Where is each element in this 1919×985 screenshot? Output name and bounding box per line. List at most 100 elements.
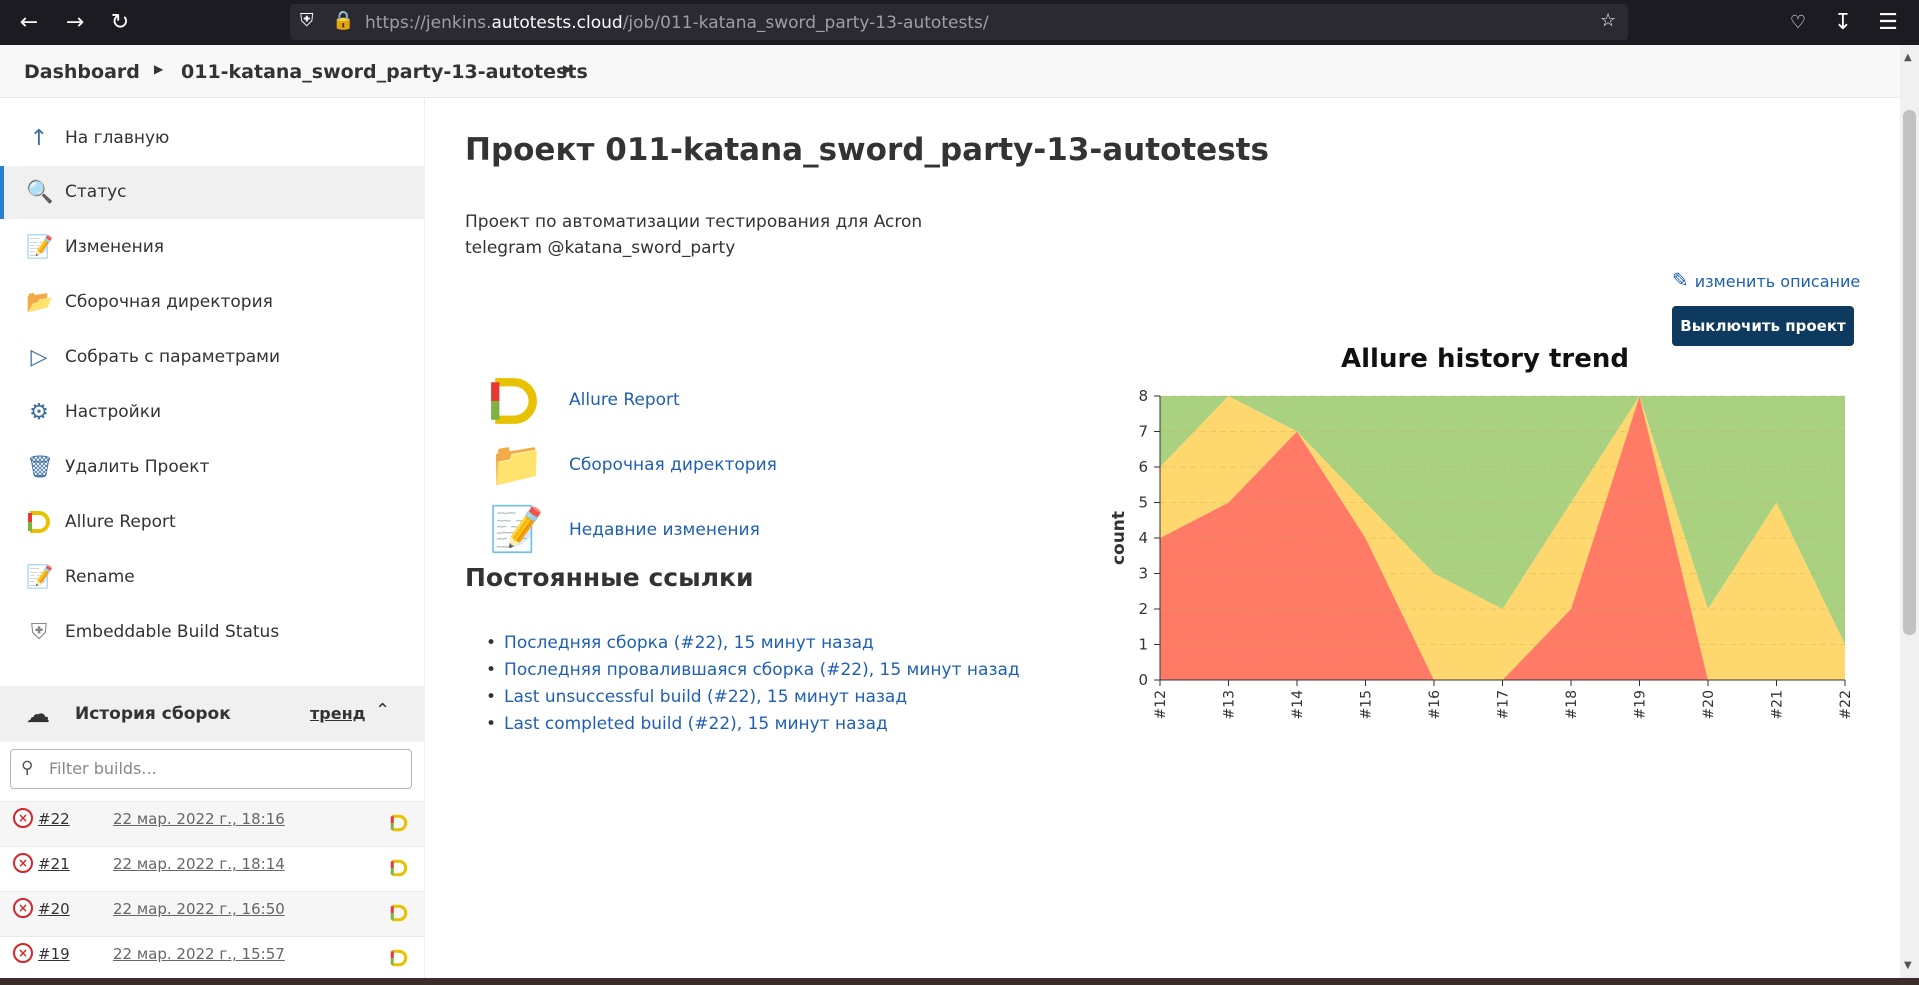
sidebar-item-embeddable-status[interactable]: ⛨ Embeddable Build Status xyxy=(0,606,424,659)
sidebar-item-label: Статус xyxy=(65,182,127,202)
allure-report-link[interactable]: Allure Report xyxy=(487,372,887,428)
filter-builds-field[interactable]: ⚲ xyxy=(10,749,412,789)
breadcrumb-dashboard[interactable]: Dashboard xyxy=(24,61,140,83)
bookmark-star-icon[interactable]: ☆ xyxy=(1600,10,1616,31)
edit-description-link[interactable]: ✎ изменить описание xyxy=(1672,268,1860,292)
sidebar-item-settings[interactable]: ⚙ Настройки xyxy=(0,386,424,439)
url-text[interactable]: https://jenkins.autotests.cloud/job/011-… xyxy=(365,13,989,33)
sidebar-item-workspace[interactable]: 📂 Сборочная директория xyxy=(0,276,424,329)
failed-status-icon: × xyxy=(13,853,33,873)
permalinks-list: Последняя сборка (#22), 15 минут назад П… xyxy=(500,630,1020,738)
sidebar-item-changes[interactable]: 📝 Изменения xyxy=(0,221,424,274)
chart-title: Allure history trend xyxy=(1341,344,1629,374)
link-label[interactable]: Недавние изменения xyxy=(569,520,760,540)
sidebar-item-label: Сборочная директория xyxy=(65,292,273,312)
build-row[interactable]: × #20 22 мар. 2022 г., 16:50 xyxy=(0,891,424,937)
browser-toolbar: ← → ↻ ⛨ 🔒 https://jenkins.autotests.clou… xyxy=(0,0,1919,45)
menu-icon[interactable]: ☰ xyxy=(1873,8,1903,38)
permalink-item[interactable]: Last unsuccessful build (#22), 15 минут … xyxy=(500,684,1020,711)
y-tick-label: 7 xyxy=(1138,423,1148,441)
sidebar-item-status[interactable]: 🔍 Статус xyxy=(0,166,424,219)
y-tick-label: 6 xyxy=(1138,458,1148,476)
allure-icon[interactable] xyxy=(390,859,408,881)
sidebar-item-allure-report[interactable]: Allure Report xyxy=(0,496,424,549)
url-domain: autotests.cloud xyxy=(491,13,623,33)
sidebar-item-label: Собрать с параметрами xyxy=(65,347,281,367)
edit-description-label: изменить описание xyxy=(1694,272,1861,291)
build-number-link[interactable]: #22 xyxy=(38,810,70,828)
x-tick-label: #13 xyxy=(1222,690,1238,720)
workspace-link[interactable]: 📁 Сборочная директория xyxy=(487,437,887,493)
play-icon: ▷ xyxy=(30,345,48,370)
y-tick-label: 0 xyxy=(1138,671,1148,689)
recent-changes-link[interactable]: 📝 Недавние изменения xyxy=(487,502,887,558)
back-icon[interactable]: ← xyxy=(14,8,44,38)
forward-icon[interactable]: → xyxy=(60,8,90,38)
breadcrumb-chevron-icon[interactable]: ▶ xyxy=(154,62,163,76)
shield-icon[interactable]: ⛨ xyxy=(300,10,314,31)
sidebar-item-home[interactable]: ↑ На главную xyxy=(0,112,424,165)
link-label[interactable]: Сборочная директория xyxy=(569,455,777,475)
y-tick-label: 3 xyxy=(1138,565,1148,583)
build-number-link[interactable]: #21 xyxy=(38,855,70,873)
x-tick-label: #18 xyxy=(1564,690,1580,720)
x-tick-label: #15 xyxy=(1359,690,1375,720)
breadcrumb-chevron-icon[interactable]: ▶ xyxy=(563,62,572,76)
sidebar-item-label: На главную xyxy=(65,128,170,148)
allure-icon xyxy=(26,510,52,536)
pencil-icon: ✎ xyxy=(1672,268,1689,292)
build-date-link[interactable]: 22 мар. 2022 г., 15:57 xyxy=(113,945,285,963)
scrollbar-thumb[interactable] xyxy=(1903,110,1916,635)
build-date-link[interactable]: 22 мар. 2022 г., 16:50 xyxy=(113,900,285,918)
sidebar-item-label: Удалить Проект xyxy=(65,457,210,477)
permalink-item[interactable]: Last completed build (#22), 15 минут наз… xyxy=(500,711,1020,738)
download-icon[interactable]: ↧ xyxy=(1828,8,1858,38)
permalink-item[interactable]: Последняя провалившаяся сборка (#22), 15… xyxy=(500,657,1020,684)
allure-icon[interactable] xyxy=(390,949,408,971)
folder-icon: 📁 xyxy=(489,439,544,490)
allure-icon[interactable] xyxy=(390,904,408,926)
url-path: /job/011-katana_sword_party-13-autotests… xyxy=(622,13,989,33)
allure-icon[interactable] xyxy=(390,814,408,836)
reload-icon[interactable]: ↻ xyxy=(105,8,135,38)
build-row[interactable]: × #22 22 мар. 2022 г., 18:16 xyxy=(0,801,424,847)
sidebar-item-build-with-params[interactable]: ▷ Собрать с параметрами xyxy=(0,331,424,384)
sidebar-item-label: Allure Report xyxy=(65,512,176,532)
build-number-link[interactable]: #19 xyxy=(38,945,70,963)
breadcrumb-job[interactable]: 011-katana_sword_party-13-autotests xyxy=(181,61,588,83)
sidebar-item-label: Rename xyxy=(65,567,135,587)
build-row[interactable]: × #21 22 мар. 2022 г., 18:14 xyxy=(0,846,424,892)
failed-status-icon: × xyxy=(13,898,33,918)
lock-icon[interactable]: 🔒 xyxy=(332,10,354,31)
allure-trend-chart[interactable]: 0 1 2 3 4 5 6 7 8 #12 #13 #14 #15 #16 #17 #18 #19 #20 #21 #… xyxy=(1100,380,1870,740)
notepad-icon: 📝 xyxy=(489,504,544,555)
notepad-icon: 📝 xyxy=(26,565,54,590)
url-prefix: https://jenkins. xyxy=(365,13,492,33)
pocket-icon[interactable]: ♡ xyxy=(1783,8,1813,38)
weather-cloud-icon: ☁ xyxy=(26,700,50,728)
build-row[interactable]: × #19 22 мар. 2022 г., 15:57 xyxy=(0,936,424,982)
address-bar[interactable]: ⛨ 🔒 https://jenkins.autotests.cloud/job/… xyxy=(290,4,1628,40)
sidebar-item-rename[interactable]: 📝 Rename xyxy=(0,551,424,604)
scroll-up-icon[interactable]: ▲ xyxy=(1904,52,1912,63)
build-date-link[interactable]: 22 мар. 2022 г., 18:16 xyxy=(113,810,285,828)
chevron-up-icon[interactable]: ⌃ xyxy=(375,700,390,721)
scroll-down-icon[interactable]: ▼ xyxy=(1904,960,1912,971)
link-label[interactable]: Allure Report xyxy=(569,390,680,410)
trend-link[interactable]: тренд xyxy=(310,704,366,723)
permalink-item[interactable]: Последняя сборка (#22), 15 минут назад xyxy=(500,630,1020,657)
x-tick-label: #12 xyxy=(1153,690,1169,720)
filter-builds-input[interactable] xyxy=(47,758,401,779)
notepad-icon: 📝 xyxy=(26,235,54,260)
build-history-title: История сборок xyxy=(75,704,231,724)
build-history-header: ☁ История сборок тренд ⌃ xyxy=(0,686,424,742)
taskbar-strip xyxy=(0,978,1919,985)
sidebar-item-delete-project[interactable]: 🗑 Удалить Проект xyxy=(0,441,424,494)
build-date-link[interactable]: 22 мар. 2022 г., 18:14 xyxy=(113,855,285,873)
x-tick-label: #14 xyxy=(1290,690,1306,720)
build-number-link[interactable]: #20 xyxy=(38,900,70,918)
arrow-up-icon: ↑ xyxy=(29,126,49,151)
failed-status-icon: × xyxy=(13,943,33,963)
magnifier-icon: 🔍 xyxy=(26,180,54,205)
disable-project-button[interactable]: Выключить проект xyxy=(1672,306,1854,346)
